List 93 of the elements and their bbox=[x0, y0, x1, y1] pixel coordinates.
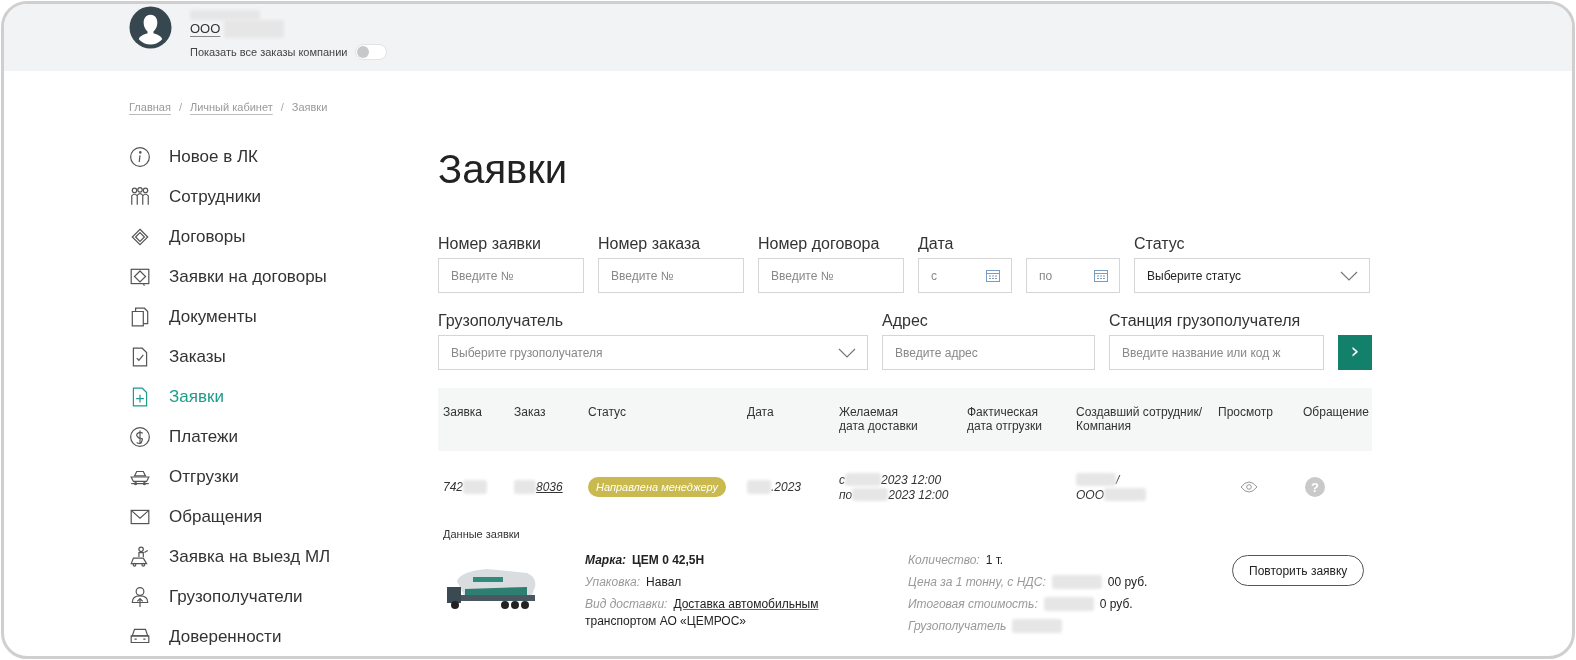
field-label: Грузополучатель bbox=[908, 618, 1007, 635]
redacted-blur bbox=[514, 480, 536, 494]
field-label: Цена за 1 тонну, с НДС: bbox=[908, 574, 1046, 591]
field-label: Дата bbox=[918, 234, 955, 254]
column-header: Статус bbox=[588, 405, 627, 421]
field-value: 1 т. bbox=[985, 552, 1004, 569]
table-cell: с bbox=[839, 472, 845, 487]
date-field[interactable]: по bbox=[1026, 258, 1120, 293]
field-label: Номер заказа bbox=[598, 234, 702, 254]
vehicle-person-icon bbox=[129, 546, 151, 568]
calendar-icon bbox=[1094, 269, 1108, 282]
sidebar-item[interactable]: Отгрузки bbox=[129, 457, 239, 497]
input-field[interactable]: Введите № bbox=[598, 258, 744, 293]
select-field[interactable]: Выберите грузополучателя bbox=[438, 335, 868, 370]
column-header: Фактическая дата отгрузки bbox=[967, 405, 1044, 433]
people-icon bbox=[129, 186, 151, 208]
status-badge: Направлена менеджеру bbox=[588, 477, 726, 497]
field-value: транспортом АО «ЦЕМРОС» bbox=[585, 613, 748, 629]
sidebar-item[interactable]: Документы bbox=[129, 297, 257, 337]
table-cell: 2023 12:00 bbox=[888, 487, 949, 502]
avatar-icon bbox=[129, 6, 172, 49]
field-value: ЦЕМ 0 42,5Н bbox=[632, 552, 705, 569]
diamond-icon bbox=[129, 226, 151, 248]
field-label: Адрес bbox=[882, 311, 929, 331]
breadcrumb-current: Заявки bbox=[291, 101, 328, 115]
redacted-blur bbox=[845, 472, 881, 487]
delivery-link[interactable]: Доставка автомобильным bbox=[673, 595, 819, 613]
input-field[interactable]: Введите № bbox=[758, 258, 904, 293]
input-field[interactable]: Введите название или код ж bbox=[1109, 335, 1324, 370]
field-label: Станция грузополучателя bbox=[1109, 311, 1302, 331]
column-header: Просмотр bbox=[1218, 405, 1274, 421]
column-header: Заявка bbox=[443, 405, 483, 421]
eye-icon[interactable] bbox=[1240, 481, 1258, 493]
sidebar-item[interactable]: Доверенности bbox=[129, 617, 282, 656]
field-label: Количество: bbox=[908, 552, 980, 569]
search-button[interactable]: › bbox=[1338, 335, 1372, 370]
page-title: Заявки bbox=[438, 146, 569, 193]
column-header: Желаемая дата доставки bbox=[839, 405, 919, 433]
table-cell: ООО bbox=[1076, 487, 1104, 502]
select-field[interactable]: Выберите статус bbox=[1134, 258, 1370, 293]
person-icon bbox=[129, 586, 151, 608]
table-cell: 742 bbox=[443, 480, 464, 494]
toggle-label: Показать все заказы компании bbox=[190, 45, 348, 58]
redacted-blur bbox=[1076, 472, 1116, 487]
sidebar-item[interactable]: Заявка на выезд МЛ bbox=[129, 537, 331, 577]
input-field[interactable]: Введите адрес bbox=[882, 335, 1095, 370]
sidebar-item[interactable]: Сотрудники bbox=[129, 177, 262, 217]
diamond-document-icon bbox=[129, 266, 151, 288]
redacted-blur bbox=[747, 480, 771, 494]
field-label: Номер договора bbox=[758, 234, 881, 254]
date-field[interactable]: с bbox=[918, 258, 1012, 293]
repeat-request-button[interactable]: Повторить заявку bbox=[1232, 555, 1365, 586]
table-cell: .2023 bbox=[771, 480, 802, 494]
sidebar-item[interactable]: Заявки на договоры bbox=[129, 257, 327, 297]
breadcrumb-separator: / bbox=[280, 101, 284, 115]
redacted-blur bbox=[463, 480, 488, 494]
redacted-blur bbox=[1104, 487, 1146, 502]
company-name[interactable]: ООО bbox=[190, 21, 221, 37]
field-label: Итоговая стоимость: bbox=[908, 596, 1038, 613]
field-value: 0 руб. bbox=[1099, 596, 1133, 613]
calendar-icon bbox=[986, 269, 1000, 282]
sidebar-item[interactable]: Грузополучатели bbox=[129, 577, 303, 617]
documents-icon bbox=[129, 306, 151, 328]
sidebar-item[interactable]: Договоры bbox=[129, 217, 246, 257]
breadcrumb-separator: / bbox=[178, 101, 182, 115]
chevron-down-icon bbox=[838, 347, 856, 358]
column-header: Создавший сотрудник/ Компания bbox=[1076, 405, 1203, 433]
field-value: 00 руб. bbox=[1107, 574, 1148, 591]
column-header: Дата bbox=[747, 405, 775, 421]
sidebar-item[interactable]: Платежи bbox=[129, 417, 238, 457]
column-header: Заказ bbox=[514, 405, 547, 421]
toggle-switch[interactable] bbox=[355, 43, 388, 60]
field-label: Статус bbox=[1134, 234, 1186, 254]
sidebar-item[interactable]: Новое в ЛК bbox=[129, 137, 259, 177]
chevron-down-icon bbox=[1340, 270, 1358, 281]
field-label: Марка: bbox=[585, 552, 627, 569]
field-label: Грузополучатель bbox=[438, 311, 565, 331]
input-field[interactable]: Введите № bbox=[438, 258, 584, 293]
order-link[interactable]: 8036 bbox=[536, 480, 563, 494]
field-value: Навал bbox=[646, 574, 682, 591]
table-cell: 2023 12:00 bbox=[881, 472, 942, 487]
table-cell: / bbox=[1116, 472, 1120, 487]
table-cell: по bbox=[839, 487, 853, 502]
field-label: Номер заявки bbox=[438, 234, 543, 254]
dollar-icon bbox=[129, 426, 151, 448]
sidebar-item[interactable]: Обращения bbox=[129, 497, 263, 537]
field-label: Вид доставки: bbox=[585, 596, 668, 613]
redacted-blur bbox=[852, 487, 889, 502]
section-title: Данные заявки bbox=[443, 527, 521, 542]
info-icon bbox=[129, 146, 151, 168]
field-label: Упаковка: bbox=[585, 574, 641, 591]
sidebar-item[interactable]: Заказы bbox=[129, 337, 226, 377]
column-header: Обращение bbox=[1303, 405, 1370, 421]
